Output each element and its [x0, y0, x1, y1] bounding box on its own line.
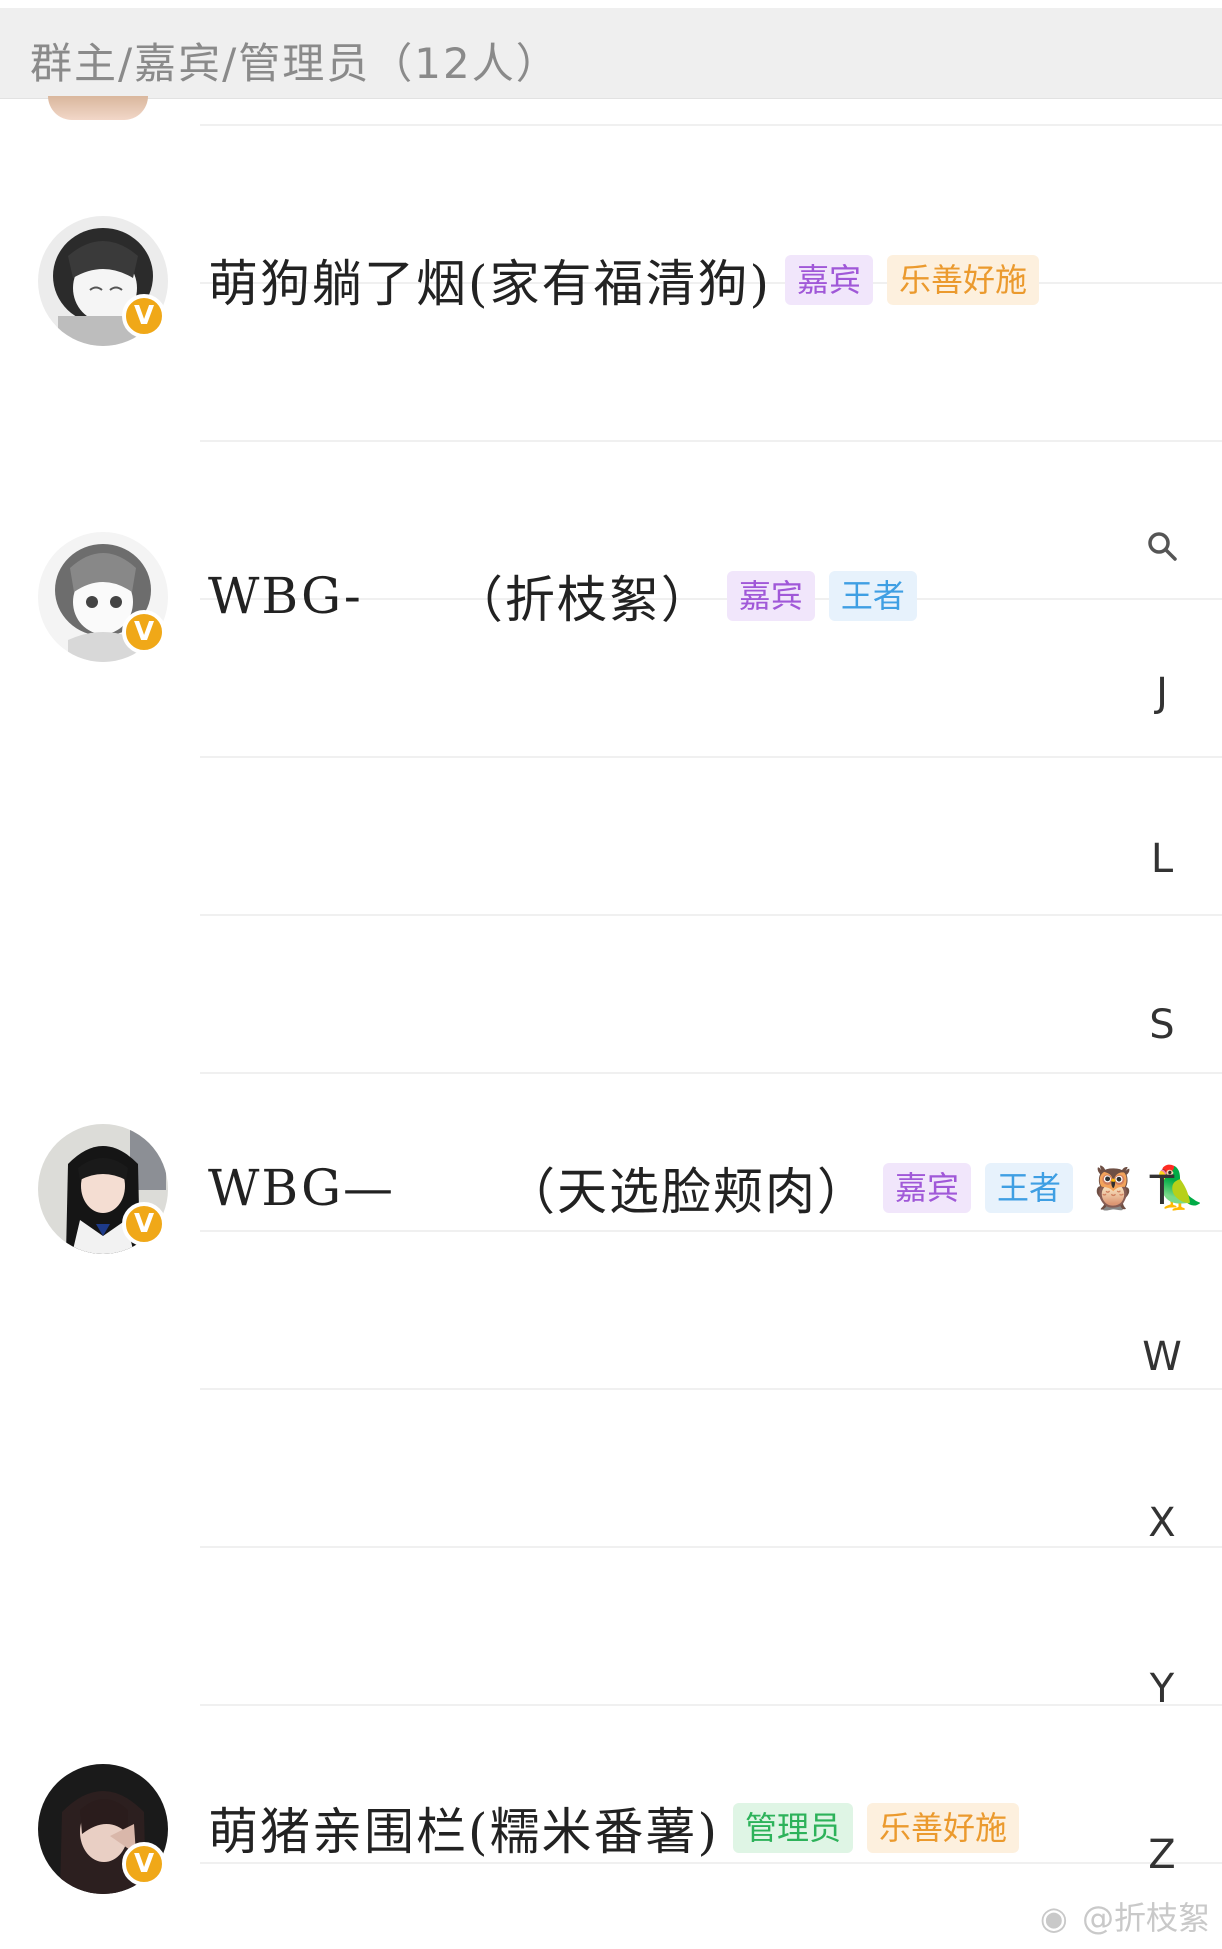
member-name: 萌狗躺了烟(家有福清狗): [208, 255, 772, 313]
index-letter-y[interactable]: Y: [1132, 1666, 1192, 1712]
search-icon[interactable]: [1146, 530, 1178, 566]
divider: [200, 1704, 1222, 1706]
divider: [200, 440, 1222, 442]
member-row[interactable]: V 萌狗躺了烟(家有福清狗) 嘉宾 乐善好施: [0, 184, 1160, 380]
divider: [200, 756, 1222, 758]
member-name-line: WBG- （折枝絮） 嘉宾 王者: [208, 564, 917, 629]
divider: [200, 1388, 1222, 1390]
divider: [200, 1072, 1222, 1074]
charity-tag: 乐善好施: [887, 255, 1040, 305]
index-letter-l[interactable]: L: [1132, 836, 1192, 882]
index-letter-t[interactable]: T: [1132, 1168, 1192, 1214]
watermark: ◉ @折枝絮: [1040, 1893, 1210, 1939]
king-tag: 王者: [985, 1163, 1074, 1213]
section-title: 群主/嘉宾/管理员（12人）: [30, 39, 560, 88]
member-row[interactable]: V WBG- （折枝絮） 嘉宾 王者: [0, 500, 1160, 696]
weibo-logo-icon: ◉: [1039, 1899, 1068, 1937]
verified-badge-icon: V: [122, 1202, 166, 1246]
guest-tag: 嘉宾: [883, 1163, 972, 1213]
member-name-prefix: WBG—: [208, 1159, 396, 1217]
member-name-prefix: WBG-: [208, 567, 363, 625]
divider: [200, 1546, 1222, 1548]
watermark-text: @折枝絮: [1081, 1899, 1210, 1937]
member-row[interactable]: V WBG— （天选脸颊肉） 嘉宾 王者 🦉 🦜: [0, 1092, 1206, 1288]
guest-tag: 嘉宾: [726, 571, 815, 621]
verified-badge-icon: V: [122, 294, 166, 338]
member-name: 萌猪亲围栏(糯米番薯): [208, 1803, 720, 1861]
index-letter-j[interactable]: J: [1132, 670, 1192, 716]
index-letter-z[interactable]: Z: [1132, 1832, 1192, 1878]
member-name-line: 萌狗躺了烟(家有福清狗) 嘉宾 乐善好施: [208, 248, 1040, 313]
index-letter-s[interactable]: S: [1132, 1002, 1192, 1048]
guest-tag: 嘉宾: [785, 255, 874, 305]
member-name: （折枝絮）: [452, 571, 713, 629]
divider: [200, 914, 1222, 916]
charity-tag: 乐善好施: [867, 1803, 1020, 1853]
king-tag: 王者: [828, 571, 917, 621]
verified-badge-icon: V: [122, 1842, 166, 1886]
member-row[interactable]: V 萌猪亲围栏(糯米番薯) 管理员 乐善好施: [0, 1732, 1160, 1928]
member-name-line: WBG— （天选脸颊肉） 嘉宾 王者 🦉 🦜: [208, 1156, 1206, 1221]
avatar[interactable]: [48, 96, 148, 120]
verified-badge-icon: V: [122, 610, 166, 654]
section-header: 群主/嘉宾/管理员（12人）: [0, 8, 1222, 99]
divider: [200, 124, 1222, 126]
member-name-line: 萌猪亲围栏(糯米番薯) 管理员 乐善好施: [208, 1796, 1020, 1861]
member-name: （天选脸颊肉）: [505, 1163, 870, 1221]
index-letter-x[interactable]: X: [1132, 1500, 1192, 1546]
index-letter-w[interactable]: W: [1132, 1334, 1192, 1380]
admin-tag: 管理员: [733, 1803, 854, 1853]
